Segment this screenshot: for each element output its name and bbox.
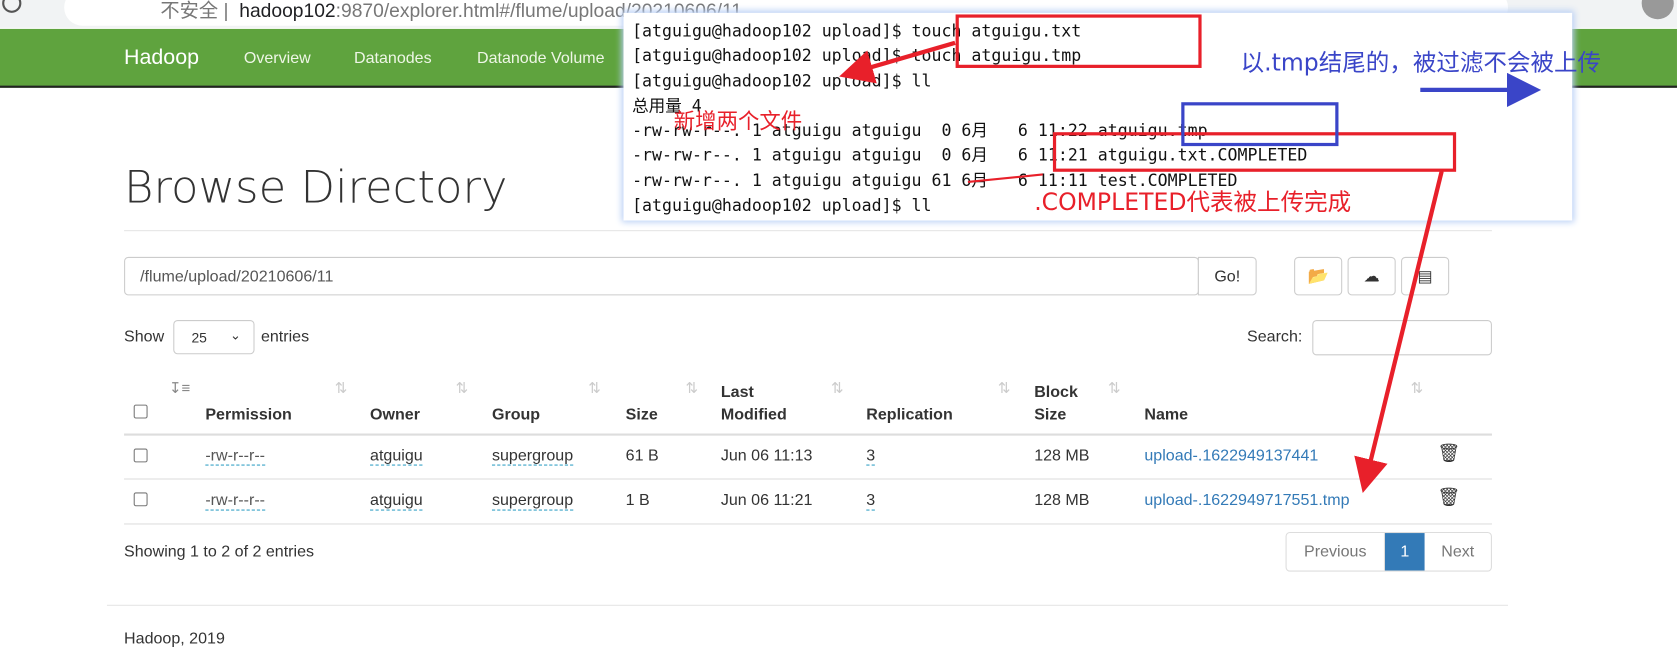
annotation-new-files: 新增两个文件 (673, 108, 803, 134)
highlight-box-completed (1052, 132, 1457, 172)
highlight-box-tmp (1181, 102, 1339, 147)
annotation-completed-note: .COMPLETED代表被上传完成 (1034, 189, 1352, 217)
red-stroke (967, 173, 1043, 184)
red-arrow (1354, 170, 1444, 493)
highlight-box-touch (955, 14, 1202, 68)
annotation-layer (839, 14, 1542, 493)
annotation-tmp-note: 以.tmp结尾的，被过滤不会被上传 (1240, 50, 1602, 78)
red-arrow (839, 40, 956, 84)
screen: 不安全 | hadoop102:9870/explorer.html#/flum… (0, 0, 1677, 648)
